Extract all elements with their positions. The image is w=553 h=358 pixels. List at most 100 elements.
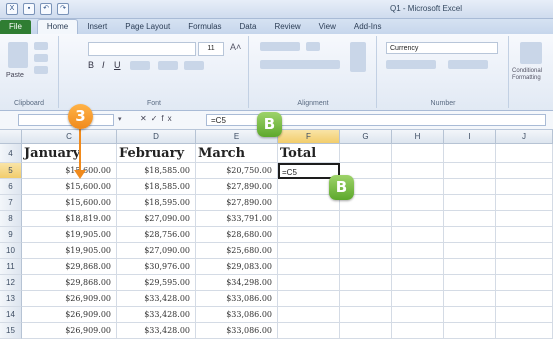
value-cell[interactable]: $27,090.00 [117,211,196,227]
empty-cell[interactable] [392,323,444,339]
row-header[interactable]: 6 [0,179,22,195]
empty-cell[interactable] [392,163,444,179]
empty-cell[interactable] [444,163,496,179]
empty-cell[interactable] [444,259,496,275]
currency-percent-icons[interactable] [386,60,436,69]
excel-logo-icon[interactable]: X [6,3,18,15]
empty-cell[interactable] [444,243,496,259]
column-header-h[interactable]: H [392,130,444,144]
empty-cell[interactable] [340,291,392,307]
tab-insert[interactable]: Insert [78,20,116,34]
empty-cell[interactable] [496,227,553,243]
header-cell-february[interactable]: February [117,144,196,163]
undo-icon[interactable]: ↶ [40,3,52,15]
row-header[interactable]: 8 [0,211,22,227]
value-cell[interactable]: $19,905.00 [22,243,117,259]
vertical-align-icons[interactable] [260,42,300,51]
bold-icon[interactable]: B [88,60,94,70]
insert-function-icon[interactable]: fx [161,114,175,123]
select-all-corner[interactable] [0,130,22,144]
underline-icon[interactable]: U [114,60,121,70]
column-header-i[interactable]: I [444,130,496,144]
empty-cell[interactable] [444,275,496,291]
total-cell[interactable] [278,307,340,323]
tab-add-ins[interactable]: Add-Ins [345,20,391,34]
total-cell[interactable] [278,291,340,307]
row-header[interactable]: 12 [0,275,22,291]
value-cell[interactable]: $26,909.00 [22,291,117,307]
borders-icon[interactable] [130,61,150,70]
row-header[interactable]: 10 [0,243,22,259]
cancel-icon[interactable]: ✕ [140,114,151,123]
total-cell[interactable] [278,211,340,227]
value-cell[interactable]: $29,868.00 [22,259,117,275]
row-header[interactable]: 5 [0,163,22,179]
empty-cell[interactable] [444,227,496,243]
total-cell[interactable] [278,275,340,291]
empty-cell[interactable] [340,307,392,323]
tab-file[interactable]: File [0,20,31,34]
value-cell[interactable]: $34,298.00 [196,275,278,291]
empty-cell[interactable] [392,259,444,275]
empty-cell[interactable] [392,291,444,307]
empty-cell[interactable] [340,323,392,339]
format-painter-icon[interactable] [34,66,48,74]
empty-cell[interactable] [340,259,392,275]
cut-icon[interactable] [34,42,48,50]
value-cell[interactable]: $19,905.00 [22,227,117,243]
empty-cell[interactable] [340,227,392,243]
column-header-g[interactable]: G [340,130,392,144]
copy-icon[interactable] [34,54,48,62]
enter-icon[interactable]: ✓ [151,114,162,123]
empty-cell[interactable] [392,195,444,211]
empty-cell[interactable] [496,323,553,339]
value-cell[interactable]: $15,600.00 [22,163,117,179]
value-cell[interactable]: $15,600.00 [22,195,117,211]
empty-cell[interactable] [444,291,496,307]
empty-cell[interactable] [444,211,496,227]
empty-cell[interactable] [392,275,444,291]
empty-cell[interactable] [392,243,444,259]
decimal-icons[interactable] [448,60,488,69]
total-cell[interactable] [278,323,340,339]
empty-cell[interactable] [496,163,553,179]
empty-cell[interactable] [340,211,392,227]
value-cell[interactable]: $29,595.00 [117,275,196,291]
empty-cell[interactable] [340,243,392,259]
font-size-dropdown[interactable]: 11 [198,42,224,56]
empty-cell[interactable] [496,144,553,163]
header-cell-january[interactable]: January [22,144,117,163]
conditional-formatting-icon[interactable] [520,42,542,64]
column-header-f[interactable]: F [278,130,340,144]
name-box-dropdown-icon[interactable]: ▾ [118,115,122,123]
value-cell[interactable]: $25,680.00 [196,243,278,259]
tab-home[interactable]: Home [36,19,79,34]
header-cell-march[interactable]: March [196,144,278,163]
font-color-icon[interactable] [184,61,204,70]
value-cell[interactable]: $33,791.00 [196,211,278,227]
font-name-dropdown[interactable] [88,42,196,56]
empty-cell[interactable] [392,144,444,163]
value-cell[interactable]: $18,819.00 [22,211,117,227]
conditional-formatting-label[interactable]: Conditional Formatting [512,68,553,82]
column-header-j[interactable]: J [496,130,553,144]
empty-cell[interactable] [444,144,496,163]
empty-cell[interactable] [496,179,553,195]
value-cell[interactable]: $29,868.00 [22,275,117,291]
value-cell[interactable]: $15,600.00 [22,179,117,195]
value-cell[interactable]: $20,750.00 [196,163,278,179]
row-header[interactable]: 7 [0,195,22,211]
value-cell[interactable]: $33,086.00 [196,323,278,339]
total-cell[interactable] [278,227,340,243]
empty-cell[interactable] [496,243,553,259]
value-cell[interactable]: $27,890.00 [196,179,278,195]
empty-cell[interactable] [392,227,444,243]
fill-color-icon[interactable] [158,61,178,70]
value-cell[interactable]: $27,890.00 [196,195,278,211]
empty-cell[interactable] [444,195,496,211]
header-cell-total[interactable]: Total [278,144,340,163]
empty-cell[interactable] [496,307,553,323]
row-header[interactable]: 14 [0,307,22,323]
empty-cell[interactable] [444,179,496,195]
row-header[interactable]: 9 [0,227,22,243]
